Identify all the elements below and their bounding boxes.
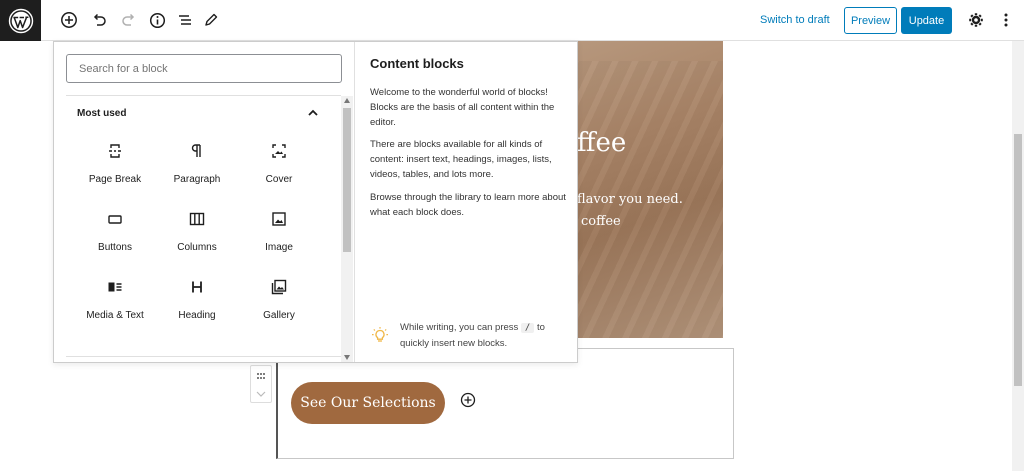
block-item-label: Columns xyxy=(177,242,217,253)
switch-to-draft-link[interactable]: Switch to draft xyxy=(760,14,830,26)
update-button[interactable]: Update xyxy=(901,7,952,34)
scroll-down-arrow-icon[interactable] xyxy=(344,355,350,360)
editor-root: ffee flavor you need. coffee See Our Sel… xyxy=(0,0,1024,471)
inserter-scrollbar-thumb[interactable] xyxy=(343,108,351,252)
block-item-buttons[interactable]: Buttons xyxy=(75,208,155,268)
block-inserter-popover: Search for a block Most used Page Break … xyxy=(53,41,578,363)
wordpress-icon xyxy=(8,8,33,33)
add-block-inline-icon[interactable] xyxy=(460,392,476,408)
gallery-icon xyxy=(268,276,290,298)
buttons-icon xyxy=(104,208,126,230)
cover-heading[interactable]: ffee xyxy=(577,128,626,158)
block-item-label: Media & Text xyxy=(86,310,144,321)
columns-icon xyxy=(186,208,208,230)
page-scrollbar[interactable] xyxy=(1012,41,1024,471)
wordpress-logo[interactable] xyxy=(0,0,41,41)
preview-button[interactable]: Preview xyxy=(844,7,897,34)
divider xyxy=(66,356,341,357)
block-item-cover[interactable]: Cover xyxy=(239,140,319,200)
help-title: Content blocks xyxy=(370,56,464,71)
drag-handle-icon[interactable] xyxy=(256,372,266,380)
block-item-label: Cover xyxy=(265,174,293,185)
help-paragraph: Welcome to the wonderful world of blocks… xyxy=(370,87,555,128)
block-item-label: Page Break xyxy=(88,174,142,185)
cover-text-line[interactable]: flavor you need. xyxy=(577,192,683,207)
block-item-label: Heading xyxy=(178,310,216,321)
block-mover[interactable] xyxy=(250,365,272,403)
info-icon[interactable] xyxy=(147,10,167,30)
tip-text-before: While writing, you can press xyxy=(400,322,521,333)
help-paragraph: There are blocks available for all kinds… xyxy=(370,139,552,180)
media-text-icon xyxy=(104,276,126,298)
divider xyxy=(66,95,341,96)
list-view-icon[interactable] xyxy=(175,10,195,30)
image-icon xyxy=(268,208,290,230)
heading-icon xyxy=(186,276,208,298)
scroll-up-arrow-icon[interactable] xyxy=(344,98,350,103)
chevron-up-icon[interactable] xyxy=(306,106,320,120)
block-item-image[interactable]: Image xyxy=(239,208,319,268)
see-our-selections-button[interactable]: See Our Selections xyxy=(291,382,445,424)
lightbulb-icon xyxy=(372,327,388,342)
block-item-label: Gallery xyxy=(263,310,295,321)
most-used-heading: Most used xyxy=(77,108,127,119)
slash-key: / xyxy=(520,323,535,333)
block-item-heading[interactable]: Heading xyxy=(157,276,237,336)
help-paragraph: Browse through the library to learn more… xyxy=(370,192,566,218)
block-item-media-text[interactable]: Media & Text xyxy=(75,276,155,336)
tools-pencil-icon[interactable] xyxy=(201,10,221,30)
inserter-help-panel: Content blocks Welcome to the wonderful … xyxy=(354,42,578,362)
paragraph-icon xyxy=(186,140,208,162)
block-item-label: Buttons xyxy=(98,242,132,253)
block-item-label: Paragraph xyxy=(173,174,221,185)
block-item-columns[interactable]: Columns xyxy=(157,208,237,268)
redo-icon[interactable] xyxy=(119,10,139,30)
inserter-scrollbar[interactable] xyxy=(341,96,353,362)
block-item-page-break[interactable]: Page Break xyxy=(75,140,155,200)
page-break-icon xyxy=(104,140,126,162)
inserter-tip: While writing, you can press / to quickl… xyxy=(400,320,570,351)
block-item-label: Image xyxy=(265,242,293,253)
add-block-icon[interactable] xyxy=(59,10,79,30)
settings-gear-icon[interactable] xyxy=(966,10,986,30)
cover-text-line[interactable]: coffee xyxy=(581,214,621,229)
block-item-gallery[interactable]: Gallery xyxy=(239,276,319,336)
chevron-down-icon[interactable] xyxy=(256,391,266,397)
more-options-icon[interactable] xyxy=(996,10,1016,30)
cover-icon xyxy=(268,140,290,162)
block-search-input[interactable]: Search for a block xyxy=(66,54,342,83)
page-scrollbar-thumb[interactable] xyxy=(1014,134,1022,386)
inserter-block-list: Search for a block Most used Page Break … xyxy=(54,42,354,362)
undo-icon[interactable] xyxy=(89,10,109,30)
block-item-paragraph[interactable]: Paragraph xyxy=(157,140,237,200)
top-toolbar: Switch to draft Preview Update xyxy=(0,0,1024,41)
